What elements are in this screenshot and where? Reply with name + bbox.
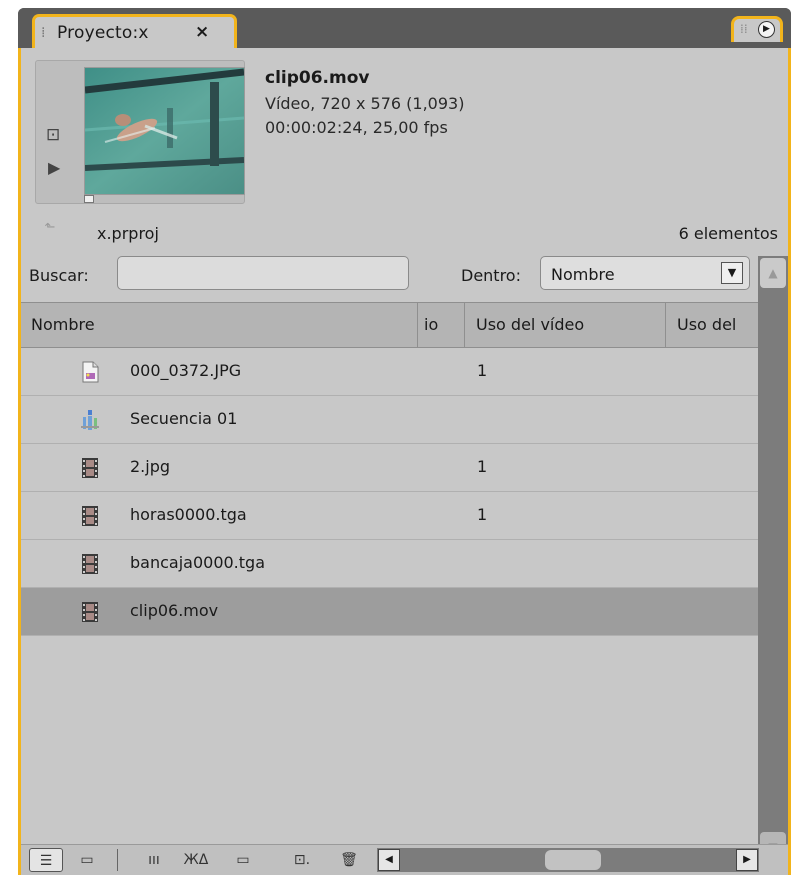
list-item[interactable]: horas0000.tga 1 (21, 492, 758, 540)
clip-thumbnail (84, 67, 245, 195)
within-value: Nombre (551, 265, 615, 284)
scroll-right-icon[interactable]: ▶ (736, 849, 758, 871)
panel-menu-button[interactable]: ▶ (758, 21, 775, 38)
vertical-scrollbar[interactable]: ▲ ▼ (758, 256, 788, 864)
drag-grip-icon[interactable]: ⁞ (41, 25, 45, 41)
film-strip-icon (82, 602, 98, 622)
list-item[interactable]: 000_0372.JPG 1 (21, 348, 758, 396)
item-name: 2.jpg (130, 457, 171, 476)
column-header-name[interactable]: Nombre (31, 303, 95, 347)
tab-project[interactable]: ⁞ Proyecto:x × (32, 14, 237, 48)
list-item-selected[interactable]: clip06.mov (21, 588, 758, 636)
new-item-button[interactable]: ⊡. (287, 848, 317, 872)
play-icon[interactable]: ▶ (48, 158, 60, 177)
item-count: 6 elementos (678, 224, 778, 243)
camera-icon[interactable]: ⊡ (46, 125, 60, 145)
close-icon[interactable]: × (195, 22, 209, 42)
item-video-usage: 1 (477, 361, 488, 380)
project-item-list: 000_0372.JPG 1 Secuencia 01 2.jpg 1 hora… (21, 348, 758, 875)
project-panel: ⁞ Proyecto:x × ⁞⁞ ▶ ⊡ ▶ clip06.mov Vídeo… (18, 8, 791, 875)
drag-grip-icon[interactable]: ⁞⁞ (740, 22, 748, 36)
search-input[interactable] (117, 256, 409, 290)
preview-area: ⊡ ▶ (35, 60, 245, 204)
within-dropdown[interactable]: Nombre ▼ (540, 256, 750, 290)
chevron-down-icon[interactable]: ▼ (721, 262, 743, 284)
image-file-icon (82, 361, 99, 383)
parent-folder-icon[interactable]: ⬑ (37, 220, 63, 240)
scroll-up-icon[interactable]: ▲ (760, 258, 786, 288)
item-name: bancaja0000.tga (130, 553, 265, 572)
automate-to-sequence-button[interactable]: ııı (139, 848, 169, 872)
item-name: 000_0372.JPG (130, 361, 242, 380)
column-header-row: Nombre io Uso del vídeo Uso del (21, 302, 758, 348)
icon-view-button[interactable]: ▭ (73, 848, 101, 872)
tab-label: Proyecto:x (57, 23, 149, 43)
item-name: horas0000.tga (130, 505, 247, 524)
column-header-audio-usage[interactable]: Uso del (677, 303, 736, 347)
new-bin-button[interactable]: ▭ (231, 848, 255, 872)
horizontal-scrollbar[interactable]: ◀ ▶ (377, 848, 759, 872)
list-item[interactable]: 2.jpg 1 (21, 444, 758, 492)
within-label: Dentro: (461, 266, 521, 285)
clip-duration-info: 00:00:02:24, 25,00 fps (265, 118, 448, 137)
panel-tab-strip: ⁞ Proyecto:x × ⁞⁞ ▶ (18, 8, 791, 48)
panel-menu: ⁞⁞ ▶ (731, 16, 783, 42)
find-button[interactable]: ЖΔ (181, 848, 211, 872)
film-strip-icon (82, 458, 98, 478)
panel-toolbar: ☰ ▭ ııı ЖΔ ▭ ⊡. 🗑 ◀ ▶ (21, 844, 788, 875)
search-label: Buscar: (29, 266, 89, 285)
item-name: Secuencia 01 (130, 409, 238, 428)
list-item[interactable]: Secuencia 01 (21, 396, 758, 444)
list-view-button[interactable]: ☰ (29, 848, 63, 872)
item-video-usage: 1 (477, 457, 488, 476)
panel-body: ⊡ ▶ clip06.mov Vídeo, 720 x 576 (1,093) … (18, 48, 791, 875)
film-strip-icon (82, 506, 98, 526)
item-name: clip06.mov (130, 601, 219, 620)
sequence-icon (81, 410, 99, 430)
delete-button[interactable]: 🗑 (337, 848, 361, 872)
toolbar-divider (117, 849, 118, 871)
clip-name: clip06.mov (265, 68, 370, 88)
item-video-usage: 1 (477, 505, 488, 524)
film-strip-icon (82, 554, 98, 574)
clip-video-info: Vídeo, 720 x 576 (1,093) (265, 94, 465, 113)
list-item[interactable]: bancaja0000.tga (21, 540, 758, 588)
column-header-video-usage[interactable]: Uso del vídeo (476, 303, 584, 347)
column-header-partial[interactable]: io (424, 303, 438, 347)
scroll-left-icon[interactable]: ◀ (378, 849, 400, 871)
scroll-thumb[interactable] (545, 850, 601, 870)
project-file-name: x.prproj (97, 224, 159, 243)
scrub-handle[interactable] (84, 195, 94, 203)
